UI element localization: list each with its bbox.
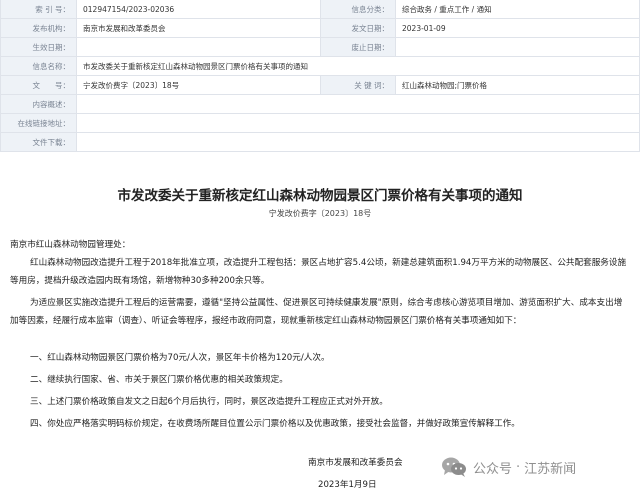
meta-row-docno: 文 号： 宁发改价费字〔2023〕18号 关 键 词： 红山森林动物园;门票价格 (0, 76, 640, 95)
meta-label: 发文日期： (321, 19, 396, 38)
paragraph: 二、继续执行国家、省、市关于景区门票价格优惠的相关政策规定。 (30, 375, 288, 385)
meta-value[interactable] (77, 114, 640, 133)
meta-value: 红山森林动物园;门票价格 (396, 76, 640, 95)
meta-value (77, 38, 321, 57)
meta-label: 信息分类： (321, 0, 396, 19)
paragraph: 一、红山森林动物园景区门票价格为70元/人次，景区年卡价格为120元/人次。 (30, 353, 330, 363)
meta-value: 2023-01-09 (396, 19, 640, 38)
meta-value: 综合政务 / 重点工作 / 通知 (396, 0, 640, 19)
document-title: 市发改委关于重新核定红山森林动物园景区门票价格有关事项的通知 (117, 188, 523, 204)
watermark-right: 江苏新闻 (524, 461, 577, 477)
meta-row-dates: 生效日期： 废止日期： (0, 38, 640, 57)
document-number: 宁发改价费字〔2023〕18号 (268, 209, 372, 218)
document-body: 市发改委关于重新核定红山森林动物园景区门票价格有关事项的通知 宁发改价费字〔20… (0, 165, 640, 494)
meta-value (396, 38, 640, 57)
paragraph: 四、你处应严格落实明码标价规定，在收费场所醒目位置公示门票价格以及优惠政策，接受… (30, 419, 520, 429)
watermark: 公众号 · 江苏新闻 (441, 456, 576, 478)
paragraph: 红山森林动物园改造提升工程于2018年批准立项，改造提升工程包括：景区占地扩容5… (10, 258, 627, 286)
meta-value (77, 95, 640, 114)
meta-row-summary: 内容概述： (0, 95, 640, 114)
meta-label: 信息名称： (0, 57, 77, 76)
watermark-dot: · (516, 459, 521, 475)
watermark-left: 公众号 (473, 461, 513, 477)
meta-label: 生效日期： (0, 38, 77, 57)
paragraph: 为适应景区实施改造提升工程后的运营需要，遵循"坚持公益属性、促进景区可持续健康发… (10, 298, 623, 326)
meta-label: 发布机构： (0, 19, 77, 38)
meta-value: 南京市发展和改革委员会 (77, 19, 321, 38)
signature-org: 南京市发展和改革委员会 (308, 458, 403, 468)
meta-label: 文件下载： (0, 133, 77, 152)
signature-date: 2023年1月9日 (318, 480, 377, 490)
meta-label: 内容概述： (0, 95, 77, 114)
meta-value: 012947154/2023-02036 (77, 0, 321, 19)
meta-label: 关 键 词： (321, 76, 396, 95)
wechat-icon (442, 457, 466, 477)
meta-value: 宁发改价费字〔2023〕18号 (77, 76, 321, 95)
salutation: 南京市红山森林动物园管理处： (10, 240, 131, 250)
meta-row-name: 信息名称： 市发改委关于重新核定红山森林动物园景区门票价格有关事项的通知 (0, 57, 640, 76)
meta-value: 市发改委关于重新核定红山森林动物园景区门票价格有关事项的通知 (77, 57, 640, 76)
meta-row-index: 索 引 号： 012947154/2023-02036 信息分类： 综合政务 /… (0, 0, 640, 19)
meta-label: 废止日期： (321, 38, 396, 57)
meta-label: 在线链接地址： (0, 114, 77, 133)
meta-label: 文 号： (0, 76, 77, 95)
meta-row-download: 文件下载： (0, 133, 640, 152)
meta-label: 索 引 号： (0, 0, 77, 19)
paragraph: 三、上述门票价格政策自发文之日起6个月后执行，同时，景区改造提升工程应正式对外开… (30, 397, 388, 407)
meta-row-publisher: 发布机构： 南京市发展和改革委员会 发文日期： 2023-01-09 (0, 19, 640, 38)
meta-row-link: 在线链接地址： (0, 114, 640, 133)
meta-value[interactable] (77, 133, 640, 152)
